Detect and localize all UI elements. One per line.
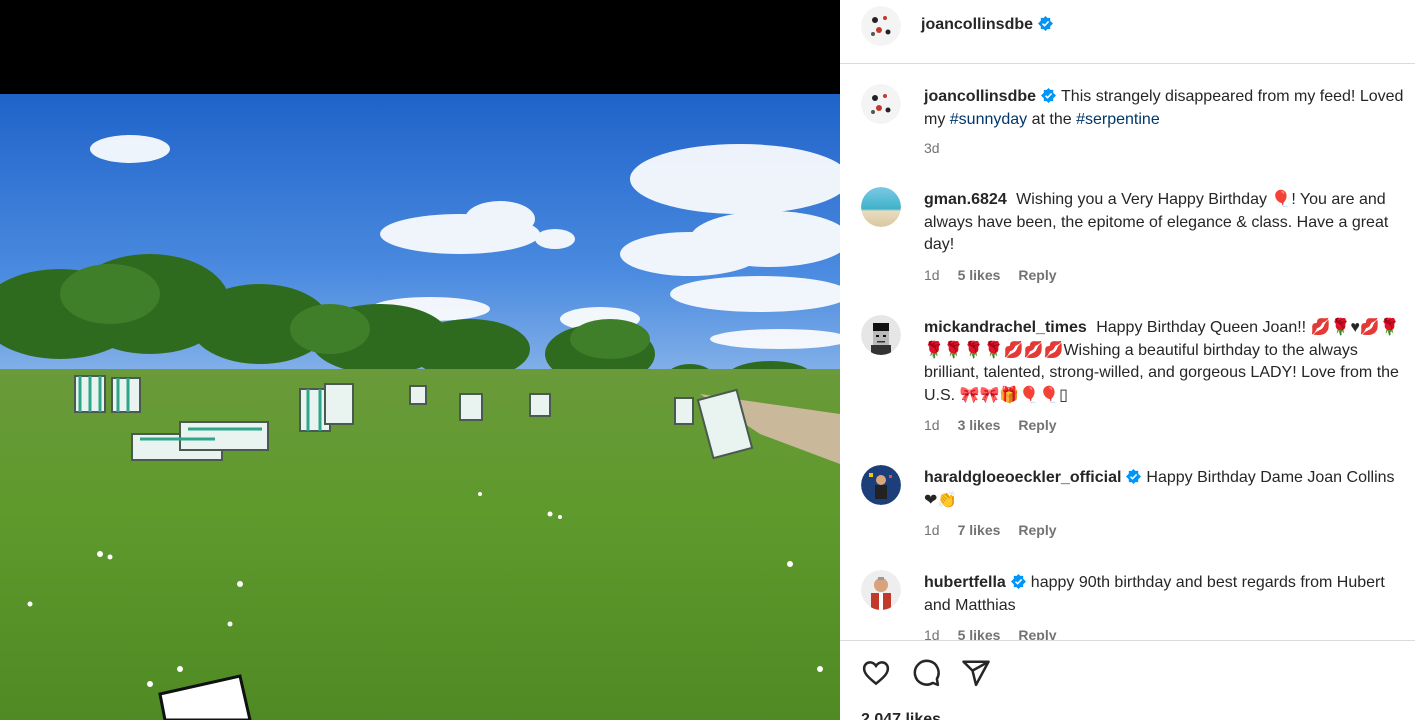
verified-badge-icon [1041, 88, 1057, 103]
author-username-text[interactable]: joancollinsdbe [921, 16, 1033, 33]
verified-badge-icon [1038, 16, 1054, 31]
like-button[interactable] [861, 658, 891, 688]
comment-age: 1d [924, 627, 940, 640]
comment-text: mickandrachel_times Happy Birthday Queen… [924, 317, 1411, 407]
comment-age: 1d [924, 417, 940, 433]
comment-text: hubertfella happy 90th birthday and best … [924, 572, 1411, 617]
commenter-username[interactable]: gman.6824 [924, 191, 1007, 208]
comment-meta: 1d 7 likes Reply [924, 522, 1075, 538]
reply-button[interactable]: Reply [1018, 417, 1056, 433]
commenter-username[interactable]: hubertfella [924, 574, 1006, 591]
commenter-username[interactable]: haraldgloeoeckler_official [924, 469, 1121, 486]
comment-likes[interactable]: 3 likes [958, 417, 1001, 433]
verified-badge-icon [1010, 574, 1026, 589]
comment-text: haraldgloeoeckler_official Happy Birthday… [924, 467, 1411, 512]
comment-age: 1d [924, 267, 940, 283]
commenter-avatar[interactable] [861, 187, 901, 227]
caption-username[interactable]: joancollinsdbe [924, 88, 1036, 105]
comment-meta: 1d 5 likes Reply [924, 627, 1075, 640]
commenter-avatar[interactable] [861, 315, 901, 355]
post-header: joancollinsdbe [840, 0, 1415, 64]
commenter-username[interactable]: mickandrachel_times [924, 319, 1087, 336]
reply-button[interactable]: Reply [1018, 522, 1056, 538]
heart-icon [862, 661, 890, 686]
author-avatar[interactable] [861, 6, 901, 46]
comment-likes[interactable]: 7 likes [958, 522, 1001, 538]
share-icon [962, 660, 990, 687]
likes-count[interactable]: 2,047 likes [861, 711, 941, 720]
post-photo[interactable] [0, 94, 840, 720]
caption-avatar[interactable] [861, 84, 901, 124]
comment-age: 1d [924, 522, 940, 538]
commenter-avatar[interactable] [861, 570, 901, 610]
comment-meta: 1d 5 likes Reply [924, 267, 1075, 283]
share-button[interactable] [961, 658, 991, 688]
comment-meta: 1d 3 likes Reply [924, 417, 1075, 433]
comment-likes[interactable]: 5 likes [958, 627, 1001, 640]
reply-button[interactable]: Reply [1018, 267, 1056, 283]
caption-body: at the [1031, 110, 1072, 128]
hashtag-link[interactable]: #sunnyday [950, 111, 1027, 128]
comment-likes[interactable]: 5 likes [958, 267, 1001, 283]
author-username[interactable]: joancollinsdbe [921, 16, 1054, 34]
caption-meta: 3d [924, 140, 958, 156]
post-media [0, 0, 840, 720]
verified-badge-icon [1126, 469, 1142, 484]
hashtag-link[interactable]: #serpentine [1076, 111, 1160, 128]
comment-button[interactable] [911, 658, 941, 688]
post-actions: 2,047 likes [840, 640, 1415, 720]
post-age[interactable]: 3d [924, 140, 940, 156]
post-sidebar: joancollinsdbe joancollinsdbe This strang… [840, 0, 1415, 720]
comment-text: gman.6824 Wishing you a Very Happy Birth… [924, 189, 1411, 257]
caption-text: joancollinsdbe This strangely disappeared… [924, 86, 1411, 131]
comments-list[interactable]: joancollinsdbe This strangely disappeared… [840, 64, 1415, 640]
commenter-avatar[interactable] [861, 465, 901, 505]
comment-icon [913, 659, 940, 687]
reply-button[interactable]: Reply [1018, 627, 1056, 640]
